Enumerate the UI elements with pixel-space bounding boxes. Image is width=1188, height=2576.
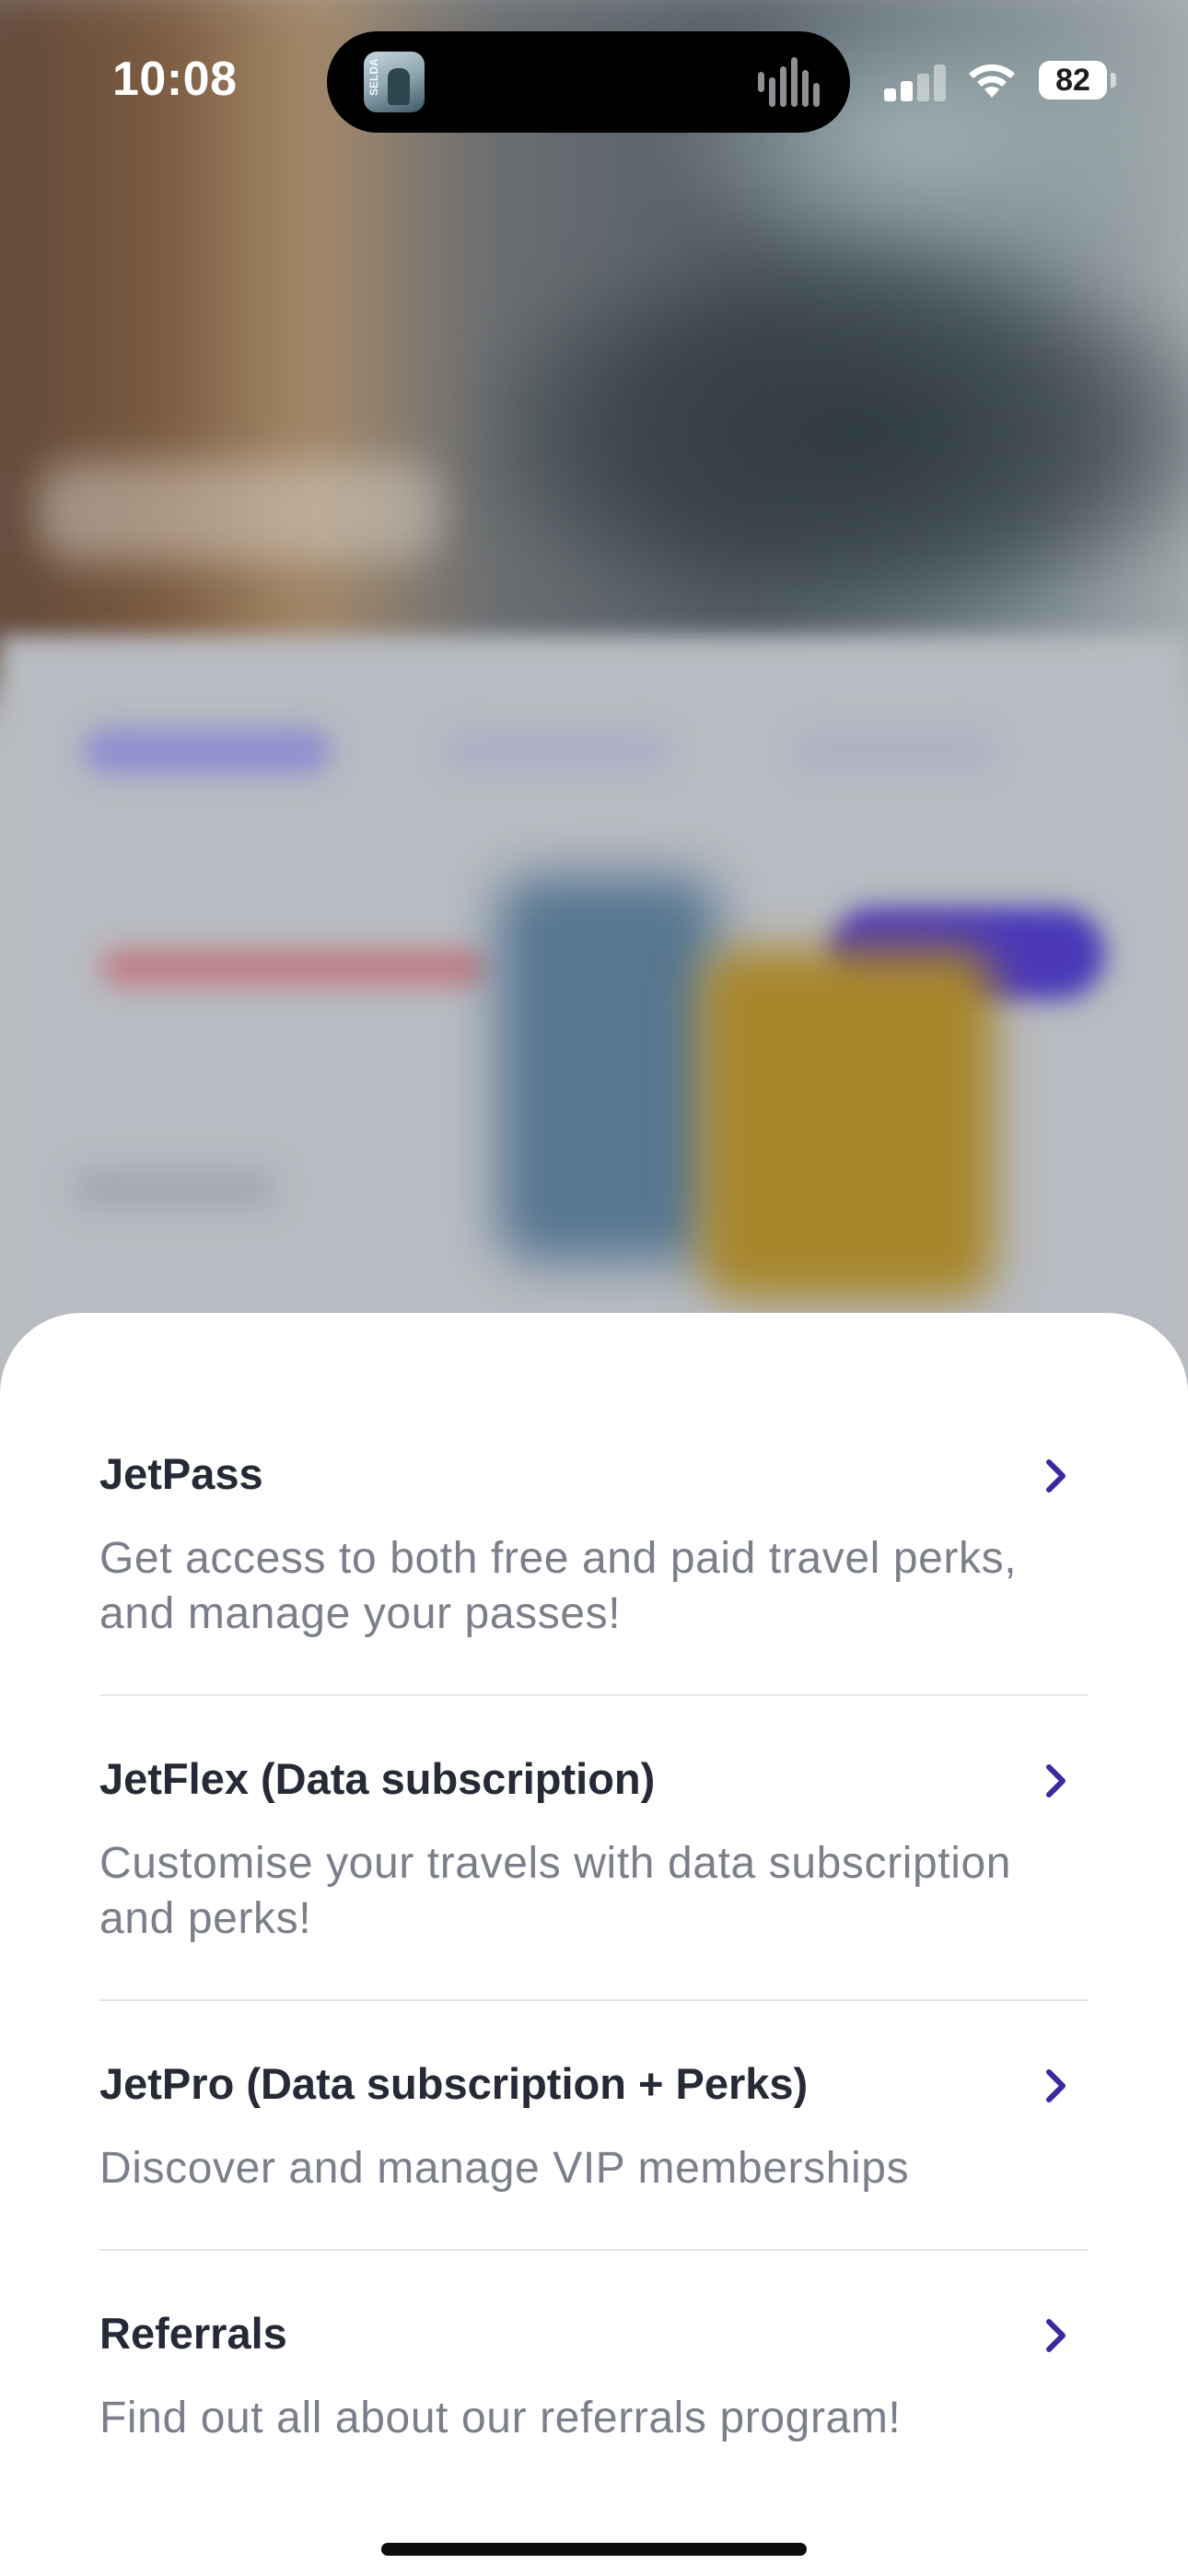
blurred-background [0, 0, 1188, 1382]
audio-waveform-icon [758, 57, 822, 107]
background-luggage-blue [497, 875, 718, 1262]
background-tab [442, 728, 672, 774]
menu-item-jetpass[interactable]: JetPass Get access to both free and paid… [99, 1448, 1089, 1651]
background-tab [792, 728, 995, 774]
menu-item-jetpro[interactable]: JetPro (Data subscription + Perks) Disco… [99, 2058, 1089, 2206]
chevron-right-icon[interactable] [1039, 1761, 1072, 1801]
now-playing-app-icon: SELDA [364, 52, 425, 112]
home-indicator[interactable] [381, 2543, 807, 2556]
chevron-right-icon[interactable] [1039, 1456, 1072, 1496]
background-text-line [101, 949, 488, 986]
background-text-line [74, 1170, 276, 1207]
battery-level: 82 [1055, 63, 1090, 98]
status-time: 10:08 [112, 53, 238, 106]
divider [99, 2249, 1089, 2251]
menu-item-description: Find out all about our referrals program… [99, 2394, 902, 2442]
menu-item-jetflex[interactable]: JetFlex (Data subscription) Customise yo… [99, 1753, 1089, 1956]
app-icon-text: SELDA [367, 58, 380, 96]
menu-item-title: JetFlex (Data subscription) [99, 1754, 656, 1803]
dynamic-island[interactable]: SELDA [327, 31, 850, 133]
background-cloud [479, 240, 1188, 626]
chevron-right-icon[interactable] [1039, 2315, 1072, 2356]
cellular-signal-icon [884, 64, 947, 101]
menu-item-title: JetPass [99, 1449, 263, 1498]
background-tab [83, 728, 332, 774]
battery-cap [1111, 73, 1116, 88]
wifi-icon [969, 64, 1015, 98]
status-bar: 10:08 SELDA 82 [0, 0, 1188, 161]
menu-item-description: Customise your travels with data subscri… [99, 1839, 1012, 1943]
chevron-right-icon[interactable] [1039, 2066, 1072, 2106]
background-luggage-yellow [700, 949, 995, 1299]
menu-item-description: Get access to both free and paid travel … [99, 1534, 1018, 1638]
menu-item-referrals[interactable]: Referrals Find out all about our referra… [99, 2308, 1089, 2455]
menu-item-title: Referrals [99, 2309, 287, 2358]
battery-icon: 82 [1039, 61, 1107, 100]
menu-item-description: Discover and manage VIP memberships [99, 2144, 910, 2193]
menu-item-title: JetPro (Data subscription + Perks) [99, 2059, 809, 2108]
divider [99, 1694, 1089, 1696]
divider [99, 1999, 1089, 2001]
background-highlight [37, 461, 442, 562]
